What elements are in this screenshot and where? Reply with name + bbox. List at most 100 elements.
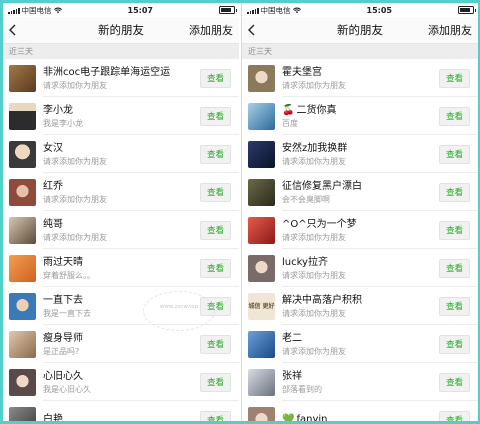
friend-request-list: 霍夫堡宫 请求添加你为朋友 查看 🍒 二货你真百度 查看 安然z加我换群 请求添加你为… <box>242 59 478 421</box>
friend-request-row[interactable]: lucky拉齐 请求添加你为朋友 查看 <box>242 249 478 287</box>
friend-request-row[interactable]: 安然z加我换群 请求添加你为朋友 查看 <box>242 135 478 173</box>
chevron-left-icon <box>248 24 255 36</box>
friend-request-row[interactable]: 老二 请求添加你为朋友 查看 <box>242 325 478 363</box>
view-button[interactable]: 查看 <box>200 182 231 202</box>
view-button[interactable]: 查看 <box>200 258 231 278</box>
view-button[interactable]: 查看 <box>439 258 470 278</box>
view-button[interactable]: 查看 <box>439 68 470 88</box>
friend-request-row[interactable]: 白艳 查看 <box>3 401 239 421</box>
avatar <box>248 216 275 244</box>
watermark-stamp: www.zzcw.top <box>143 291 215 331</box>
avatar <box>9 140 36 168</box>
carrier-label: 中国电信 <box>260 5 291 15</box>
request-message: 百度 <box>282 118 298 128</box>
contact-name: 白艳 <box>43 414 63 421</box>
wifi-icon <box>292 7 301 13</box>
carrier-label: 中国电信 <box>21 5 52 15</box>
view-button[interactable]: 查看 <box>439 372 470 392</box>
view-button[interactable]: 查看 <box>200 144 231 164</box>
avatar <box>248 330 275 358</box>
back-button[interactable] <box>242 17 262 43</box>
avatar <box>9 254 36 282</box>
view-button[interactable]: 查看 <box>439 296 470 316</box>
add-friend-button[interactable]: 添加朋友 <box>189 22 233 38</box>
contact-name: 李小龙 <box>43 104 73 116</box>
view-button[interactable]: 查看 <box>200 68 231 88</box>
contact-name: 瘦身导师 <box>43 332 83 344</box>
avatar <box>248 368 275 396</box>
request-message: 请求添加你为朋友 <box>43 80 107 90</box>
friend-request-row[interactable]: 城信 更好 解决中高落户积积 请求添加你为朋友 查看 <box>242 287 478 325</box>
view-button[interactable]: 查看 <box>200 372 231 392</box>
view-button[interactable]: 查看 <box>439 106 470 126</box>
signal-icon <box>247 7 259 14</box>
avatar <box>248 178 275 206</box>
request-message: 部落看到的 <box>282 384 322 394</box>
battery-icon <box>219 6 237 14</box>
friend-request-row[interactable]: 霍夫堡宫 请求添加你为朋友 查看 <box>242 59 478 97</box>
avatar <box>9 330 36 358</box>
signal-icon <box>8 7 20 14</box>
view-button[interactable]: 查看 <box>439 144 470 164</box>
view-button[interactable]: 查看 <box>439 410 470 421</box>
contact-name: 非洲coc电子跟踪单海运空运 <box>43 66 171 78</box>
avatar <box>9 292 36 320</box>
friend-request-row[interactable]: 征信修复黑户漂白 会不会臭脚啊 查看 <box>242 173 478 211</box>
avatar-caption: 城信 更好 <box>248 302 275 310</box>
avatar <box>248 406 275 421</box>
friend-request-row[interactable]: 🍒 二货你真百度 查看 <box>242 97 478 135</box>
screenshot-collage: 中国电信 15:07 新的朋友 添加朋友 近三天 非洲coc电子跟踪单海运空运请… <box>3 3 478 421</box>
status-bar: 中国电信 15:07 <box>3 3 239 17</box>
request-message: 请求添加你为朋友 <box>43 232 107 242</box>
contact-name: 安然z加我换群 <box>282 142 348 154</box>
battery-icon <box>458 6 476 14</box>
contact-name: 纯哥 <box>43 218 63 230</box>
friend-request-row[interactable]: 瘦身导师是正品吗? 查看 <box>3 325 239 363</box>
request-message: 请求添加你为朋友 <box>282 232 346 242</box>
contact-name: 张祥 <box>282 370 302 382</box>
contact-name: 女汉 <box>43 142 63 154</box>
contact-name: 征信修复黑户漂白 <box>282 180 362 192</box>
view-button[interactable]: 查看 <box>439 334 470 354</box>
friend-request-row[interactable]: 女汉请求添加你为朋友 查看 <box>3 135 239 173</box>
request-message: 请求添加你为朋友 <box>43 156 107 166</box>
avatar <box>248 64 275 92</box>
friend-request-row[interactable]: 纯哥请求添加你为朋友 查看 <box>3 211 239 249</box>
request-message: 请求添加你为朋友 <box>282 308 346 318</box>
request-message: 是正品吗? <box>43 346 80 356</box>
avatar <box>9 64 36 92</box>
friend-request-row[interactable]: 心旧心久我是心旧心久 查看 <box>3 363 239 401</box>
avatar <box>9 368 36 396</box>
friend-request-row[interactable]: ^O^只为一个梦 请求添加你为朋友 查看 <box>242 211 478 249</box>
friend-request-row[interactable]: 💚 fanyin 查看 <box>242 401 478 421</box>
clock: 15:07 <box>127 5 153 15</box>
phone-screen-left: 中国电信 15:07 新的朋友 添加朋友 近三天 非洲coc电子跟踪单海运空运请… <box>3 3 239 421</box>
contact-name: lucky拉齐 <box>282 256 328 268</box>
view-button[interactable]: 查看 <box>439 182 470 202</box>
contact-name: 红乔 <box>43 180 63 192</box>
view-button[interactable]: 查看 <box>200 106 231 126</box>
friend-request-row[interactable]: 非洲coc电子跟踪单海运空运 请求添加你为朋友 查看 <box>3 59 239 97</box>
friend-request-row[interactable]: 红乔 请求添加你为朋友 查看 <box>3 173 239 211</box>
request-message: 我是心旧心久 <box>43 384 91 394</box>
avatar <box>9 178 36 206</box>
view-button[interactable]: 查看 <box>200 410 231 421</box>
request-message: 我是李小龙 <box>43 118 83 128</box>
view-button[interactable]: 查看 <box>200 334 231 354</box>
section-header: 近三天 <box>242 44 478 59</box>
nav-bar: 新的朋友 添加朋友 <box>3 17 239 44</box>
back-button[interactable] <box>3 17 23 43</box>
contact-name: 心旧心久 <box>43 370 83 382</box>
wifi-icon <box>53 7 62 13</box>
view-button[interactable]: 查看 <box>200 220 231 240</box>
contact-name: 🍒 二货你真 <box>282 104 337 116</box>
avatar: 城信 更好 <box>248 292 275 320</box>
view-button[interactable]: 查看 <box>439 220 470 240</box>
add-friend-button[interactable]: 添加朋友 <box>428 22 472 38</box>
friend-request-row[interactable]: 雨过天晴 穿着舒服么。。 查看 <box>3 249 239 287</box>
friend-request-row[interactable]: 张祥部落看到的 查看 <box>242 363 478 401</box>
request-message: 请求添加你为朋友 <box>282 346 346 356</box>
contact-name: ^O^只为一个梦 <box>282 218 357 230</box>
friend-request-row[interactable]: 李小龙我是李小龙 查看 <box>3 97 239 135</box>
request-message: 请求添加你为朋友 <box>282 156 346 166</box>
